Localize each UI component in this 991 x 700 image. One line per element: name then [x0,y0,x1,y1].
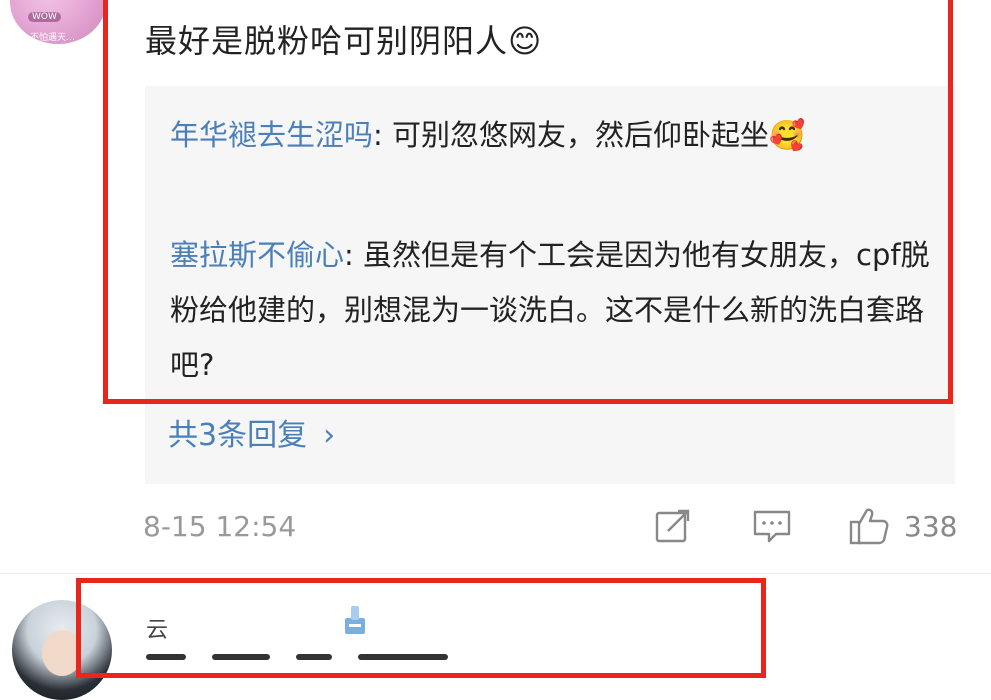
highlight-frame [103,0,953,404]
avatar[interactable]: WOW 不怕遇天… [10,0,106,44]
avatar-badge: WOW [28,12,61,22]
like-button[interactable]: 338 [848,506,957,546]
view-more-replies-link[interactable]: 共3条回复 › [168,410,335,454]
comment-timestamp: 8-15 12:54 [143,510,297,543]
verified-badge-icon [345,606,365,634]
share-icon [655,509,690,543]
comment-icon [753,510,791,543]
more-replies-label: 共3条回复 [168,418,308,453]
thumbs-up-icon [849,508,889,545]
comment-button[interactable] [752,506,792,546]
like-count: 338 [904,509,958,543]
avatar-caption: 不怕遇天… [30,33,76,43]
chevron-right-icon: › [323,418,336,453]
comment-divider [0,573,991,574]
share-button[interactable] [654,506,692,546]
comment-username[interactable]: 云 [146,612,168,644]
